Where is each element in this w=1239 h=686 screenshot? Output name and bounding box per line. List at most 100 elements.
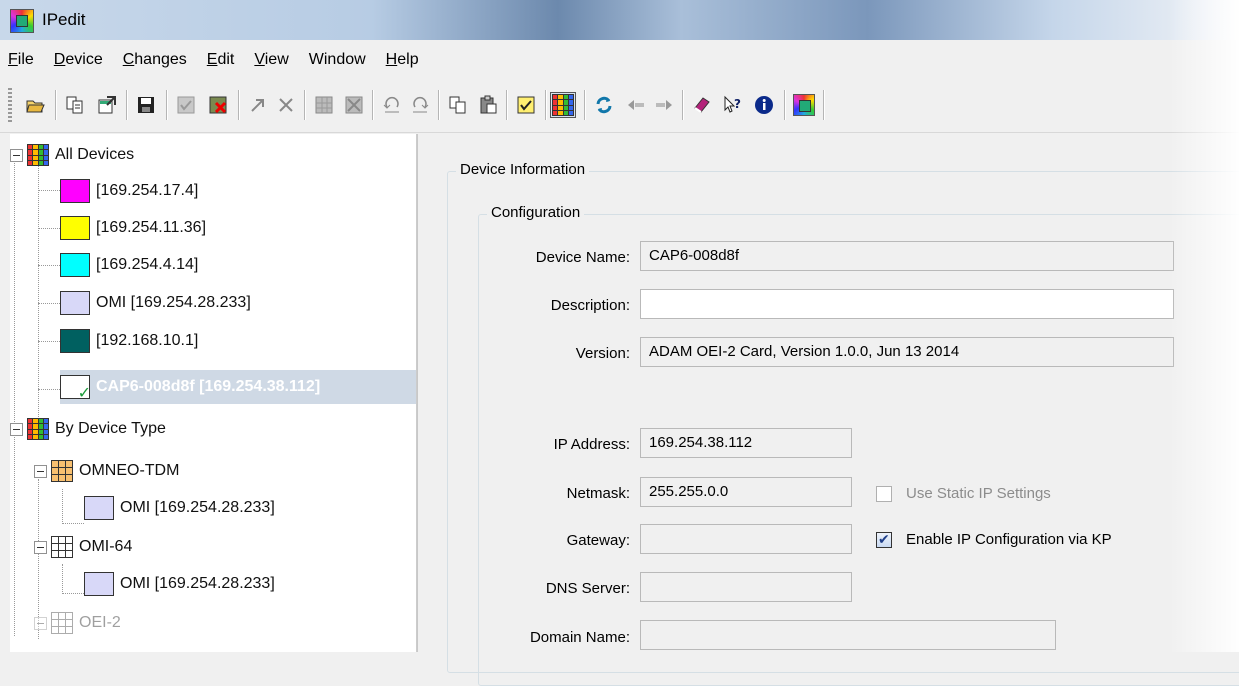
- tree-item-device[interactable]: OMI [169.254.28.233]: [84, 491, 275, 525]
- static-ip-label: Use Static IP Settings: [906, 485, 1051, 502]
- discard-icon: [209, 96, 227, 114]
- kp-config-label: Enable IP Configuration via KP: [906, 531, 1112, 548]
- export-icon: [98, 96, 116, 114]
- device-color-swatch: [60, 291, 90, 315]
- book-icon: [694, 97, 710, 113]
- device-color-swatch: [84, 496, 114, 520]
- grid-disabled-icon: [315, 96, 333, 114]
- manual-button[interactable]: [689, 92, 715, 118]
- device-color-swatch: [60, 216, 90, 240]
- configuration-title: Configuration: [487, 204, 585, 221]
- menu-file[interactable]: File: [0, 45, 44, 75]
- tree-item-device[interactable]: OMI [169.254.28.233]: [60, 286, 251, 320]
- netmask-label: Netmask:: [566, 485, 630, 502]
- description-input[interactable]: [640, 289, 1174, 319]
- tree-item-device[interactable]: [192.168.10.1]: [60, 324, 198, 358]
- title-bar: IPedit: [0, 0, 1239, 40]
- menu-changes[interactable]: Changes: [113, 45, 197, 75]
- refresh-button[interactable]: [591, 92, 617, 118]
- forward-button[interactable]: [651, 92, 677, 118]
- save-button[interactable]: [133, 92, 159, 118]
- undo-button[interactable]: [379, 92, 405, 118]
- discard-button[interactable]: [205, 92, 231, 118]
- ip-address-label: IP Address:: [553, 436, 630, 453]
- copy-device-button[interactable]: [62, 92, 88, 118]
- device-grid-icon: [552, 94, 574, 116]
- copy-button[interactable]: [445, 92, 471, 118]
- save-icon: [138, 97, 154, 113]
- paste-button[interactable]: [475, 92, 501, 118]
- context-help-button[interactable]: ?: [720, 92, 746, 118]
- collapse-toggle[interactable]: [34, 616, 47, 630]
- export-button[interactable]: [94, 92, 120, 118]
- static-ip-checkbox[interactable]: [876, 486, 892, 502]
- info-icon: [755, 96, 773, 114]
- redo-button[interactable]: [407, 92, 433, 118]
- tree-item-device[interactable]: [169.254.11.36]: [60, 211, 206, 245]
- dns-server-field[interactable]: [640, 572, 852, 602]
- collapse-toggle[interactable]: [10, 148, 23, 162]
- menu-help[interactable]: Help: [376, 45, 429, 75]
- svg-text:?: ?: [734, 97, 741, 111]
- tree-item-omneo-tdm[interactable]: OMNEO-TDM: [34, 454, 179, 488]
- collapse-toggle[interactable]: [34, 464, 47, 478]
- window-title: IPedit: [42, 10, 86, 29]
- ipedit-button[interactable]: [791, 92, 817, 118]
- tree-item-device[interactable]: [169.254.4.14]: [60, 248, 198, 282]
- copy-doc-icon: [66, 96, 83, 114]
- device-grid-button[interactable]: [550, 92, 576, 118]
- menu-edit[interactable]: Edit: [197, 45, 245, 75]
- close-icon: [279, 98, 293, 112]
- folder-open-icon: [26, 100, 45, 113]
- toolbar: ?: [0, 80, 1239, 133]
- tree-item-omi64[interactable]: OMI-64: [34, 530, 132, 564]
- device-type-icon: [51, 460, 73, 482]
- dns-server-label: DNS Server:: [545, 580, 630, 597]
- open-button[interactable]: [22, 92, 48, 118]
- redirect-button[interactable]: [245, 92, 271, 118]
- netmask-field[interactable]: 255.255.0.0: [640, 477, 852, 507]
- validate-button[interactable]: [513, 92, 539, 118]
- help-pointer-icon: ?: [724, 95, 741, 113]
- paste-icon: [480, 95, 497, 114]
- menu-view[interactable]: View: [244, 45, 298, 75]
- gateway-field[interactable]: [640, 524, 852, 554]
- tree-item-device[interactable]: [169.254.17.4]: [60, 174, 198, 208]
- device-color-swatch: [84, 572, 114, 596]
- ip-address-field[interactable]: 169.254.38.112: [640, 428, 852, 458]
- menu-window[interactable]: Window: [299, 45, 376, 75]
- remove-grid-button[interactable]: [341, 92, 367, 118]
- gateway-label: Gateway:: [566, 532, 630, 549]
- tree-item-by-device-type[interactable]: By Device Type: [10, 412, 166, 446]
- kp-config-checkbox[interactable]: [876, 531, 892, 548]
- menu-device[interactable]: Device: [44, 45, 113, 75]
- device-type-icon: [51, 536, 73, 558]
- tree-item-device-selected[interactable]: ✓ CAP6-008d8f [169.254.38.112]: [60, 370, 416, 404]
- grid-x-icon: [345, 96, 363, 114]
- apply-button[interactable]: [173, 92, 199, 118]
- toolbar-grip[interactable]: [8, 88, 12, 122]
- checkmark-icon: ✓: [77, 385, 91, 402]
- grid-view-button[interactable]: [311, 92, 337, 118]
- back-button[interactable]: [623, 92, 649, 118]
- copy-icon: [449, 96, 466, 114]
- domain-name-field[interactable]: [640, 620, 1056, 650]
- tree-item-all-devices[interactable]: All Devices: [10, 138, 134, 172]
- collapse-toggle[interactable]: [10, 422, 23, 436]
- app-icon: [10, 9, 34, 33]
- device-tree[interactable]: All Devices [169.254.17.4] [169.254.11.3…: [10, 134, 417, 652]
- about-button[interactable]: [751, 92, 777, 118]
- menu-bar: File Device Changes Edit View Window Hel…: [0, 45, 1239, 75]
- device-name-field[interactable]: CAP6-008d8f: [640, 241, 1174, 271]
- device-color-swatch: [60, 253, 90, 277]
- device-type-icon: [51, 612, 73, 634]
- delete-button[interactable]: [273, 92, 299, 118]
- tree-item-device[interactable]: OMI [169.254.28.233]: [84, 567, 275, 601]
- collapse-toggle[interactable]: [34, 540, 47, 554]
- device-color-swatch: ✓: [60, 375, 91, 402]
- ipedit-logo-icon: [793, 94, 815, 116]
- checkbox-icon: [517, 96, 535, 114]
- refresh-icon: [596, 96, 612, 114]
- device-name-label: Device Name:: [535, 249, 630, 266]
- tree-item-oei2[interactable]: OEI-2: [34, 606, 121, 640]
